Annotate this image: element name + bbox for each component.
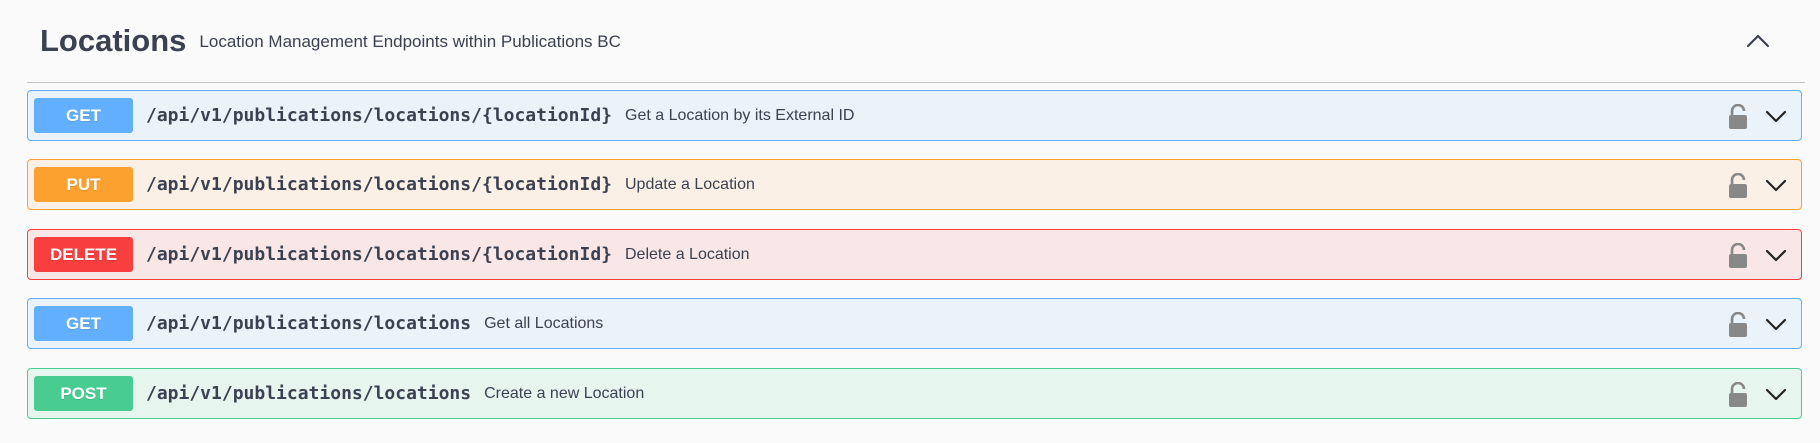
operation-path: /api/v1/publications/locations: [146, 383, 472, 404]
operation-get-all-locations[interactable]: GET /api/v1/publications/locations Get a…: [27, 298, 1802, 349]
operation-summary: Update a Location: [625, 175, 755, 193]
operation-path: /api/v1/publications/locations/{location…: [146, 244, 612, 265]
method-badge: DELETE: [34, 237, 133, 272]
chevron-down-icon[interactable]: [1763, 243, 1789, 269]
tag-description: Location Management Endpoints within Pub…: [199, 32, 621, 51]
chevron-down-icon[interactable]: [1763, 382, 1789, 408]
tag-title: Locations: [40, 23, 187, 58]
tag-header[interactable]: Locations Location Management Endpoints …: [27, 0, 1805, 83]
collapse-section-button[interactable]: [1741, 24, 1775, 58]
operation-delete-location[interactable]: DELETE /api/v1/publications/locations/{l…: [27, 229, 1802, 280]
lock-icon[interactable]: [1727, 241, 1749, 271]
tag-section-locations: Locations Location Management Endpoints …: [0, 0, 1820, 443]
operation-summary: Get all Locations: [484, 314, 604, 332]
operation-summary: Delete a Location: [625, 245, 750, 263]
operation-get-location-by-id[interactable]: GET /api/v1/publications/locations/{loca…: [27, 90, 1802, 141]
chevron-down-icon[interactable]: [1763, 312, 1789, 338]
operation-summary: Get a Location by its External ID: [625, 106, 855, 124]
method-badge: GET: [34, 98, 133, 133]
lock-icon[interactable]: [1727, 171, 1749, 201]
method-badge: GET: [34, 306, 133, 341]
chevron-up-icon: [1746, 34, 1770, 48]
chevron-down-icon[interactable]: [1763, 173, 1789, 199]
operation-path: /api/v1/publications/locations/{location…: [146, 105, 612, 126]
operation-path: /api/v1/publications/locations: [146, 313, 472, 334]
operation-create-location[interactable]: POST /api/v1/publications/locations Crea…: [27, 368, 1802, 419]
operation-path: /api/v1/publications/locations/{location…: [146, 174, 612, 195]
operation-summary: Create a new Location: [484, 384, 645, 402]
operation-update-location[interactable]: PUT /api/v1/publications/locations/{loca…: [27, 159, 1802, 210]
lock-icon[interactable]: [1727, 102, 1749, 132]
chevron-down-icon[interactable]: [1763, 104, 1789, 130]
method-badge: PUT: [34, 167, 133, 202]
lock-icon[interactable]: [1727, 310, 1749, 340]
lock-icon[interactable]: [1727, 380, 1749, 410]
method-badge: POST: [34, 376, 133, 411]
